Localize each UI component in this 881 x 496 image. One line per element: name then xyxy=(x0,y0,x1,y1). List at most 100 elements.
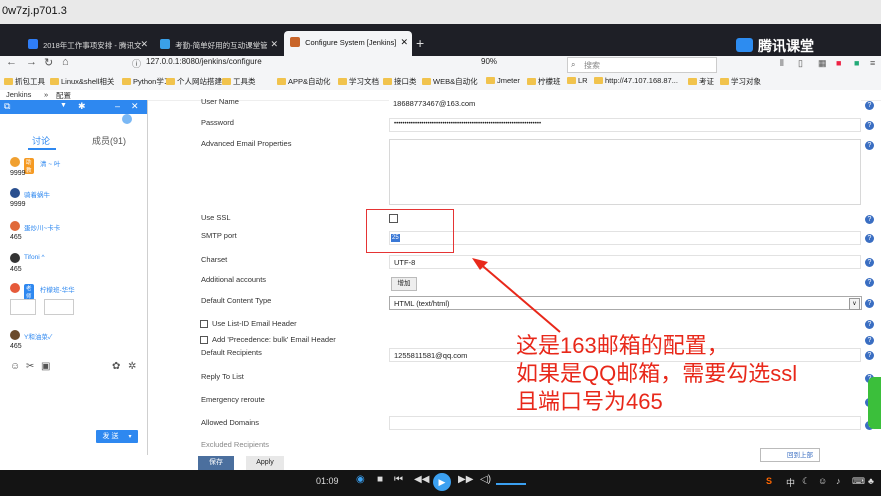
bookmark-item[interactable]: 工具类 xyxy=(222,76,256,87)
bookmark-item[interactable]: 抓包工具 xyxy=(4,76,45,87)
tshirt-icon[interactable]: ♣ xyxy=(868,476,874,486)
bookmark-item[interactable]: 考证 xyxy=(688,76,714,87)
browser-tab-jenkins[interactable]: Configure System [Jenkins] ✕ xyxy=(284,31,412,56)
bookmark-item[interactable]: WEB&自动化 xyxy=(422,76,478,87)
chevron-down-icon[interactable]: ▾ xyxy=(128,434,131,440)
new-tab-button[interactable]: + xyxy=(416,35,424,51)
bookmark-item[interactable]: Python学习 xyxy=(122,76,171,87)
moon-icon[interactable]: ☾ xyxy=(802,476,810,487)
bookmark-item[interactable]: 个人网站搭建 xyxy=(166,76,222,87)
browser-tab-docs[interactable]: 2018年工作事项安排 - 腾讯文 ✕ xyxy=(22,33,152,56)
use-list-id-checkbox[interactable] xyxy=(200,320,208,328)
password-field[interactable]: ••••••••••••••••••••••••••••••••••••••••… xyxy=(389,118,861,132)
bookmark-item[interactable]: 学习文档 xyxy=(338,76,379,87)
close-icon[interactable]: ✕ xyxy=(140,39,148,50)
help-icon[interactable]: ? xyxy=(865,258,874,267)
image-icon[interactable]: ▣ xyxy=(41,361,50,372)
image-thumbnail[interactable] xyxy=(44,299,74,315)
allowed-domains-field[interactable] xyxy=(389,416,861,430)
help-icon[interactable]: ? xyxy=(865,320,874,329)
forward-icon[interactable]: → xyxy=(26,56,37,68)
search-input[interactable]: ⌕ 搜索 xyxy=(567,57,717,73)
help-icon[interactable]: ? xyxy=(865,299,874,308)
user-name-field[interactable]: 18688773467@163.com xyxy=(389,97,861,111)
extension2-icon[interactable]: ■ xyxy=(854,58,859,68)
add-account-button[interactable]: 增加 xyxy=(391,277,417,291)
help-icon[interactable]: ? xyxy=(865,141,874,150)
help-icon[interactable]: ? xyxy=(865,101,874,110)
chevron-down-icon[interactable]: ∨ xyxy=(849,298,860,310)
url-field[interactable]: 127.0.0.1:8080/jenkins/configure xyxy=(146,57,262,66)
mic-icon[interactable]: ♪ xyxy=(836,476,841,486)
dropdown-icon[interactable]: ▼ xyxy=(60,102,67,109)
minimize-icon[interactable]: – xyxy=(115,101,120,111)
bookmark-item[interactable]: http://47.107.168.87... xyxy=(594,76,678,85)
play-button[interactable]: ▶ xyxy=(433,473,451,491)
default-content-type-label: Default Content Type xyxy=(201,296,272,305)
tab-discussion[interactable]: 讨论 xyxy=(32,134,50,147)
help-icon[interactable]: ? xyxy=(865,351,874,360)
reload-icon[interactable]: ↻ xyxy=(44,56,53,69)
chat-icon: ⧉ xyxy=(4,101,11,111)
chat-toolbar: ☺ ✂ ▣ ✿ ✲ xyxy=(0,361,147,375)
close-icon[interactable]: ✕ xyxy=(270,39,278,50)
volume-icon[interactable]: ◁) xyxy=(480,474,491,485)
scissors-icon[interactable]: ✂ xyxy=(26,361,34,372)
back-icon[interactable]: ← xyxy=(6,56,17,68)
avatar xyxy=(10,330,20,340)
close-icon[interactable]: ✕ xyxy=(400,37,408,48)
save-button[interactable]: 保存 xyxy=(198,456,234,470)
stop-icon[interactable]: ■ xyxy=(377,474,383,485)
bookmark-item[interactable]: 学习对象 xyxy=(720,76,761,87)
sidebar-icon[interactable]: ▯ xyxy=(798,58,803,69)
volume-slider[interactable] xyxy=(496,483,526,485)
message-text: 465 xyxy=(10,234,22,241)
rewind-icon[interactable]: ◀◀ xyxy=(414,474,429,485)
smtp-port-field[interactable]: 25 xyxy=(389,231,861,245)
username: 骑着蜗牛 xyxy=(24,192,50,199)
ime-icon[interactable]: 中 xyxy=(786,476,795,489)
bookmark-item[interactable]: 柠檬班 xyxy=(527,76,561,87)
bookmark-item[interactable]: Linux&shell相关 xyxy=(50,76,114,87)
help-icon[interactable]: ? xyxy=(865,336,874,345)
help-icon[interactable]: ? xyxy=(865,215,874,224)
sogou-icon: S xyxy=(766,476,773,486)
pin-icon[interactable]: ✱ xyxy=(78,101,86,112)
image-thumbnail[interactable] xyxy=(10,299,36,315)
bookmark-item[interactable]: Jmeter xyxy=(486,76,520,85)
menu-icon[interactable]: ≡ xyxy=(870,58,875,68)
prev-icon[interactable]: ⏮ xyxy=(394,474,403,485)
browser-tab-attendance[interactable]: 考勤-简单好用的互动课堂管 ✕ xyxy=(154,33,282,56)
side-panel-tab[interactable] xyxy=(868,377,881,429)
info-icon[interactable]: ⓘ xyxy=(132,57,141,70)
apply-button[interactable]: Apply xyxy=(246,456,284,470)
k-icon xyxy=(160,39,170,49)
tab-members[interactable]: 成员(91) xyxy=(92,134,126,147)
send-button[interactable]: 发 送 ▾ xyxy=(96,430,138,443)
chat-bubble-icon[interactable] xyxy=(122,114,132,124)
help-icon[interactable]: ? xyxy=(865,121,874,130)
library-icon[interactable]: ⫴ xyxy=(780,58,784,69)
home-icon[interactable]: ⌂ xyxy=(62,56,69,68)
breadcrumb-root[interactable]: Jenkins xyxy=(6,90,31,99)
help-icon[interactable]: ? xyxy=(865,234,874,243)
video-time: 01:09 xyxy=(316,476,339,486)
help-icon[interactable]: ? xyxy=(865,278,874,287)
forward-icon[interactable]: ▶▶ xyxy=(458,474,473,485)
keyboard-icon[interactable]: ⌨ xyxy=(852,476,865,487)
extension-icon[interactable]: ■ xyxy=(836,58,841,68)
emoji-icon[interactable]: ☺ xyxy=(10,361,20,372)
close-icon[interactable]: ✕ xyxy=(131,101,139,112)
add-precedence-checkbox[interactable] xyxy=(200,336,208,344)
zoom-level[interactable]: 90% xyxy=(481,57,497,66)
advanced-email-properties-label: Advanced Email Properties xyxy=(201,139,292,148)
back-to-top-button[interactable]: 回到上部 xyxy=(760,448,820,462)
emoji-icon[interactable]: ☺ xyxy=(818,476,827,486)
settings-icon[interactable]: ✲ xyxy=(128,361,136,372)
bookmark-item[interactable]: APP&自动化 xyxy=(277,76,331,87)
grid-icon[interactable]: ▦ xyxy=(818,58,827,69)
bookmark-item[interactable]: 接口类 xyxy=(383,76,417,87)
bookmark-item[interactable]: LR xyxy=(567,76,588,85)
flower-icon[interactable]: ✿ xyxy=(112,361,120,372)
advanced-email-properties-textarea[interactable] xyxy=(389,139,861,205)
